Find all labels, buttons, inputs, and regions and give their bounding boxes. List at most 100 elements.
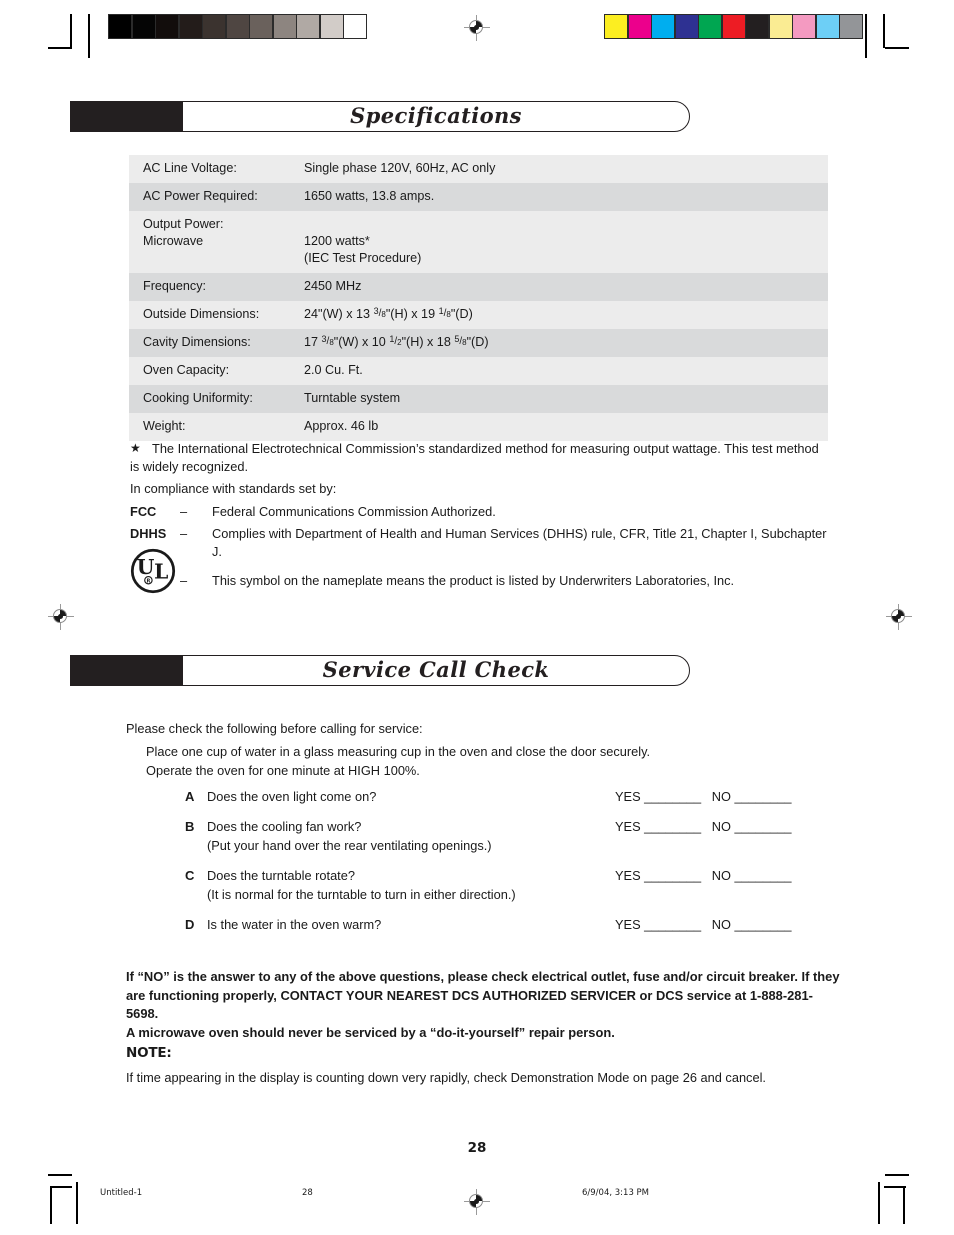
- gray-swatch-8: [297, 15, 319, 38]
- spec-value: 1200 watts* (IEC Test Procedure): [304, 234, 422, 265]
- compliance-row: FCC – Federal Communications Commission Au…: [130, 503, 830, 521]
- gray-swatch-5: [226, 15, 249, 38]
- gray-swatch-7: [273, 15, 296, 38]
- crop-mark-top-left-h: [48, 47, 72, 49]
- compliance-dash: –: [180, 526, 188, 541]
- crop-mark-top-left-v: [70, 14, 72, 48]
- crop-mark-bottom-left-v: [50, 1186, 52, 1224]
- service-check-question-list: A Does the oven light come on? YES _______…: [185, 787, 805, 945]
- note-body-text: If time appearing in the display is coun…: [126, 1070, 766, 1085]
- gray-swatch-6: [250, 15, 272, 38]
- gray-swatch-3: [179, 15, 202, 38]
- spec-value: 2.0 Cu. Ft.: [304, 363, 363, 377]
- color-swatch-0: [605, 15, 627, 38]
- footer-timestamp: 6/9/04, 3:13 PM: [582, 1188, 650, 1198]
- gray-swatch-9: [320, 15, 343, 38]
- question-answer-blanks[interactable]: YES ________ NO ________: [615, 817, 791, 836]
- question-text: Does the cooling fan work?: [207, 819, 362, 834]
- spec-label: Frequency:: [143, 279, 206, 293]
- service-check-question: D Is the water in the oven warm? YES _____…: [185, 915, 805, 934]
- spec-label: Outside Dimensions:: [143, 307, 260, 321]
- compliance-text: This symbol on the nameplate means the p…: [212, 573, 735, 588]
- color-swatch-8: [793, 15, 815, 38]
- compliance-text: Complies with Department of Health and H…: [212, 526, 827, 559]
- footer-filename: Untitled-1: [100, 1188, 143, 1198]
- service-check-question: C Does the turntable rotate? YES ________ …: [185, 866, 805, 904]
- question-letter: D: [185, 917, 195, 932]
- spec-label: Output Power: Microwave: [143, 217, 224, 248]
- table-row: Oven Capacity: 2.0 Cu. Ft.: [129, 357, 828, 385]
- question-letter: A: [185, 789, 195, 804]
- color-swatch-1: [628, 15, 651, 38]
- service-instruction-line: Operate the oven for one minute at HIGH …: [146, 763, 420, 778]
- compliance-row: DHHS – Complies with Department of Health …: [130, 525, 830, 560]
- crop-mark-bottom-right-h: [885, 1174, 909, 1176]
- service-check-instructions: Place one cup of water in a glass measur…: [146, 742, 650, 780]
- crop-mark-bottom-right-corner: [884, 1186, 906, 1188]
- table-row: Cooking Uniformity: Turntable system: [129, 385, 828, 413]
- crop-mark-top-right-h: [885, 47, 909, 49]
- service-check-lead: Please check the following before callin…: [126, 721, 423, 736]
- footer-page-number: 28: [302, 1188, 313, 1198]
- spec-value: 2450 MHz: [304, 279, 362, 293]
- warning-paragraph-2: A microwave oven should never be service…: [126, 1024, 615, 1040]
- spec-label: Oven Capacity:: [143, 363, 230, 377]
- service-check-question: A Does the oven light come on? YES _______…: [185, 787, 805, 806]
- page-title-specifications: Specifications: [350, 103, 522, 128]
- registration-mark-left-middle: [48, 604, 74, 630]
- crop-mark-bottom-right-v: [903, 1186, 905, 1224]
- question-letter: B: [185, 819, 195, 834]
- warning-paragraph-1: If “NO” is the answer to any of the abov…: [126, 969, 840, 1021]
- section-banner-specifications: Specifications: [70, 101, 690, 132]
- gray-swatch-2: [156, 15, 178, 38]
- spec-label: Cooking Uniformity:: [143, 391, 253, 405]
- page-number: 28: [467, 1140, 487, 1156]
- color-swatch-4: [699, 15, 721, 38]
- grayscale-calibration-strip: [108, 14, 367, 39]
- spec-value: Single phase 120V, 60Hz, AC only: [304, 161, 496, 175]
- registration-mark-top-center: [464, 15, 490, 41]
- table-row: AC Power Required: 1650 watts, 13.8 amps.: [129, 183, 828, 211]
- spec-label: AC Line Voltage:: [143, 161, 237, 175]
- spec-label: Weight:: [143, 419, 186, 433]
- registration-mark-bottom-center: [464, 1189, 490, 1215]
- spec-value: 17 3/8"(W) x 10 1/2"(H) x 18 5/8"(D): [304, 334, 489, 349]
- section-banner-service-call-check: Service Call Check: [70, 655, 690, 686]
- table-row: Outside Dimensions: 24"(W) x 13 3/8"(H) x…: [129, 301, 828, 329]
- crop-mark-top-left-outer: [88, 14, 90, 58]
- question-answer-blanks[interactable]: YES ________ NO ________: [615, 866, 791, 885]
- service-warning-text: If “NO” is the answer to any of the abov…: [126, 968, 842, 1042]
- table-row: Cavity Dimensions: 17 3/8"(W) x 10 1/2"(H…: [129, 329, 828, 357]
- question-answer-blanks[interactable]: YES ________ NO ________: [615, 915, 791, 934]
- spec-value: 24"(W) x 13 3/8"(H) x 19 1/8"(D): [304, 306, 473, 321]
- color-calibration-strip: [604, 14, 863, 39]
- service-check-question: B Does the cooling fan work? YES ________ …: [185, 817, 805, 855]
- crop-mark-bottom-left-corner: [50, 1186, 72, 1188]
- svg-text:U: U: [137, 555, 155, 579]
- output-power-footnote: ★ The International Electrotechnical Com…: [130, 440, 830, 475]
- compliance-lead-text: In compliance with standards set by:: [130, 481, 337, 496]
- page-title-service-call-check: Service Call Check: [322, 657, 550, 682]
- gray-swatch-4: [203, 15, 225, 38]
- table-row: Frequency: 2450 MHz: [129, 273, 828, 301]
- banner-black-block: [70, 655, 186, 686]
- specifications-table: AC Line Voltage: Single phase 120V, 60Hz,…: [129, 155, 828, 441]
- registration-mark-right-middle: [886, 604, 912, 630]
- crop-mark-top-right-outer: [865, 14, 867, 58]
- spec-value: 1650 watts, 13.8 amps.: [304, 189, 435, 203]
- color-swatch-10: [840, 15, 862, 38]
- question-text: Does the oven light come on?: [207, 789, 377, 804]
- gray-swatch-0: [109, 15, 131, 38]
- compliance-term: DHHS: [130, 526, 167, 541]
- crop-mark-bottom-left-h: [48, 1174, 72, 1176]
- table-row: AC Line Voltage: Single phase 120V, 60Hz,…: [129, 155, 828, 183]
- color-swatch-9: [816, 15, 839, 38]
- question-answer-blanks[interactable]: YES ________ NO ________: [615, 787, 791, 806]
- svg-text:R: R: [146, 579, 150, 585]
- spec-value: Approx. 46 lb: [304, 419, 379, 433]
- color-swatch-7: [769, 15, 792, 38]
- banner-black-block: [70, 101, 186, 132]
- gray-swatch-10: [344, 15, 366, 38]
- question-subtext: (Put your hand over the rear ventilating…: [207, 838, 492, 853]
- svg-text:L: L: [154, 559, 168, 583]
